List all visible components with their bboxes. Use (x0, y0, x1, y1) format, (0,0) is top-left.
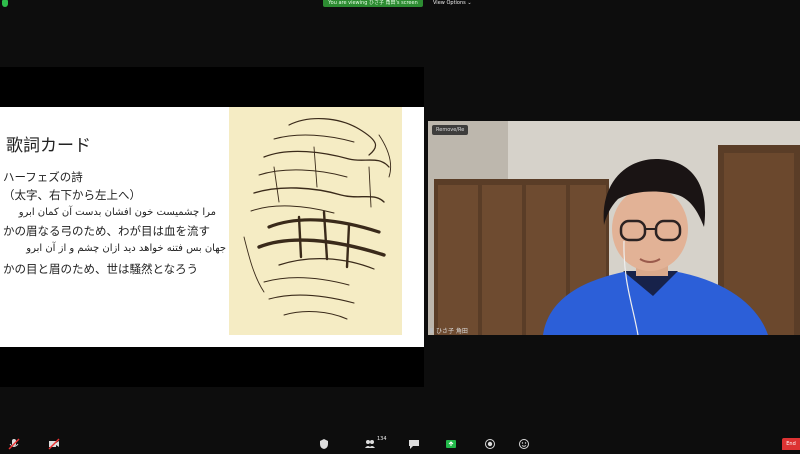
participant-name: ひさ子 角田 (436, 328, 468, 335)
name-tag[interactable]: Remove/Re (432, 125, 469, 135)
slide-line-poet: ハーフェズの詩 (3, 170, 83, 184)
slide-persian-line-1: مرا چشمیست خون افشان بدست آن کمان ابرو (18, 207, 216, 218)
slide-persian-line-2: جهان بس فتنه خواهد دید ازان چشم و از آن … (26, 243, 226, 254)
share-screen-icon[interactable] (445, 435, 457, 448)
shared-screen: 歌詞カード ハーフェズの詩 （太字、右下から左上へ） مرا چشمیست خو… (0, 67, 424, 387)
meeting-toolbar: 134 (0, 433, 800, 450)
slide-line-4: かの目と眉のため、世は騒然となろう (3, 262, 199, 276)
slide-line-direction: （太字、右下から左上へ） (3, 188, 141, 202)
participants-count: 134 (377, 436, 387, 442)
shield-icon[interactable] (2, 0, 8, 7)
slide-line-3: かの眉なる弓のため、わが目は血を流す (3, 224, 210, 238)
participants-icon[interactable] (364, 435, 376, 448)
video-off-icon[interactable] (48, 435, 60, 450)
security-icon[interactable] (318, 435, 330, 449)
viewing-banner: You are viewing ひさ子 角田's screen (323, 0, 423, 7)
mic-icon (430, 328, 433, 333)
reactions-icon[interactable] (518, 435, 530, 449)
chat-icon[interactable] (408, 435, 420, 449)
slide-title: 歌詞カード (6, 136, 91, 156)
calligraphy-image (229, 107, 402, 335)
slide: 歌詞カード ハーフェズの詩 （太字、右下から左上へ） مرا چشمیست خو… (0, 107, 424, 347)
view-options-button[interactable]: View Options ⌄ (433, 0, 472, 7)
participant-video[interactable]: Remove/Re (428, 121, 800, 335)
record-icon[interactable] (484, 435, 496, 449)
mute-icon[interactable] (8, 435, 20, 450)
end-meeting-button[interactable]: End (782, 438, 800, 450)
top-bar: You are viewing ひさ子 角田's screen View Opt… (0, 0, 800, 8)
